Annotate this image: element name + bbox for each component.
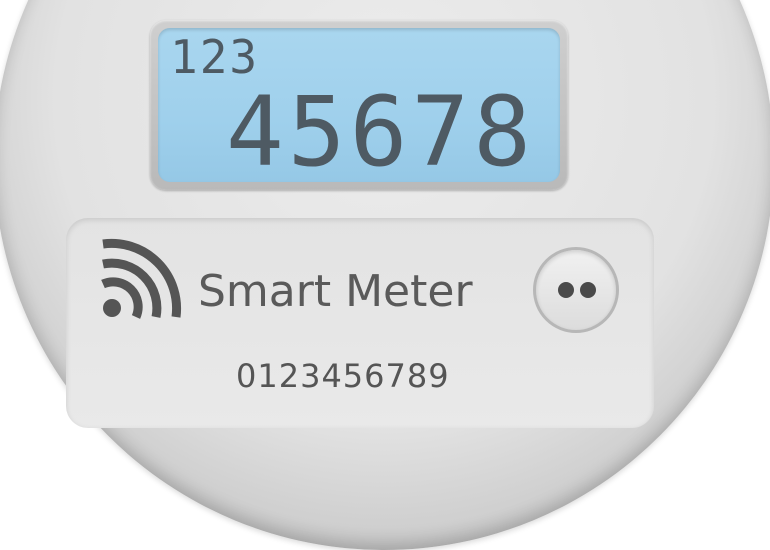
optical-port-icon: [533, 247, 619, 333]
wireless-signal-icon: [101, 238, 182, 319]
lcd-top-line: 123: [170, 30, 260, 84]
port-hole-right: [580, 282, 596, 298]
serial-number: 0123456789: [236, 357, 450, 395]
brand-label: Smart Meter: [198, 266, 473, 317]
port-hole-left: [558, 282, 574, 298]
lcd-main-reading: 45678: [226, 76, 535, 188]
